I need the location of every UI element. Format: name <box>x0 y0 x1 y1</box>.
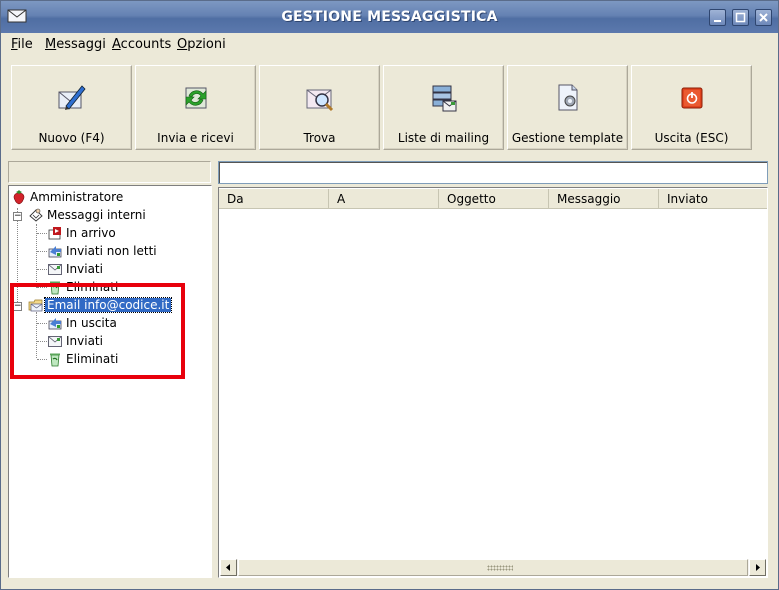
maximize-icon <box>735 12 746 23</box>
menu-opzioni[interactable]: Opzioni <box>177 37 226 52</box>
grip-icon <box>487 565 513 571</box>
toolbar: Nuovo (F4) Invia e ricevi Trova Liste di… <box>1 58 778 154</box>
window-title: GESTIONE MESSAGGISTICA <box>281 9 498 25</box>
menu-messaggi[interactable]: Messaggi <box>45 37 106 52</box>
highlight-box <box>10 283 185 379</box>
mailing-list-icon <box>432 85 457 112</box>
exit-icon <box>681 87 703 109</box>
search-input[interactable] <box>218 161 768 184</box>
exit-button[interactable]: Uscita (ESC) <box>631 65 752 150</box>
strawberry-icon <box>13 190 25 205</box>
mailing-lists-button[interactable]: Liste di mailing <box>383 65 504 150</box>
hand-envelope-icon <box>29 208 43 222</box>
template-manager-button[interactable]: Gestione template <box>507 65 628 150</box>
find-envelope-icon <box>306 89 334 112</box>
column-oggetto[interactable]: Oggetto <box>439 189 549 209</box>
scroll-left-button[interactable] <box>220 559 237 576</box>
menu-file[interactable]: File <box>11 37 33 52</box>
pen-envelope-icon <box>58 85 86 110</box>
send-receive-icon <box>185 87 207 109</box>
new-message-button[interactable]: Nuovo (F4) <box>11 65 132 150</box>
title-bar[interactable]: GESTIONE MESSAGGISTICA <box>1 1 778 33</box>
close-button[interactable] <box>755 9 772 26</box>
folder-tree[interactable]: Amministratore − Messaggi interni In arr… <box>8 185 212 578</box>
maximize-button[interactable] <box>732 9 749 26</box>
close-icon <box>759 13 768 22</box>
send-receive-button[interactable]: Invia e ricevi <box>135 65 256 150</box>
menu-bar: File Messaggi Accounts Opzioni <box>1 33 778 55</box>
list-header: Da A Oggetto Messaggio Inviato <box>219 189 767 209</box>
minimize-icon <box>714 20 721 22</box>
find-button[interactable]: Trova <box>259 65 380 150</box>
scroll-right-button[interactable] <box>749 559 766 576</box>
inbox-icon <box>48 227 61 240</box>
column-da[interactable]: Da <box>219 189 329 209</box>
arrow-right-icon <box>756 564 760 571</box>
horizontal-scrollbar[interactable] <box>220 559 766 576</box>
minimize-button[interactable] <box>709 9 726 26</box>
collapse-toggle-internal[interactable]: − <box>13 212 22 221</box>
column-messaggio[interactable]: Messaggio <box>549 189 659 209</box>
column-inviato[interactable]: Inviato <box>659 189 767 209</box>
sent-envelope-icon <box>48 264 62 275</box>
arrow-left-icon <box>226 564 230 571</box>
template-gear-icon <box>558 84 578 111</box>
outbox-arrow-icon <box>48 246 62 258</box>
menu-accounts[interactable]: Accounts <box>112 37 171 52</box>
column-a[interactable]: A <box>329 189 439 209</box>
tree-status-box <box>8 161 211 183</box>
message-list[interactable]: Da A Oggetto Messaggio Inviato <box>218 187 768 578</box>
scrollbar-thumb[interactable] <box>238 559 748 576</box>
main-window: GESTIONE MESSAGGISTICA File Messaggi Acc… <box>0 0 779 590</box>
